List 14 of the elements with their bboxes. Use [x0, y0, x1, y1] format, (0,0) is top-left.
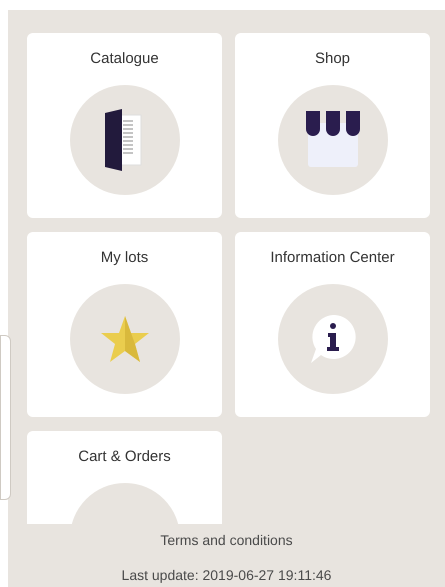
tile-label: Cart & Orders — [78, 447, 171, 467]
side-handle[interactable] — [0, 335, 11, 500]
menu-tile[interactable]: My lots — [27, 232, 222, 417]
star-icon — [100, 314, 150, 362]
tile-label: Catalogue — [90, 49, 159, 69]
menu-tile[interactable]: Information Center — [235, 232, 430, 417]
tile-label: Information Center — [270, 248, 395, 268]
tile-label: My lots — [100, 248, 148, 268]
menu-tile[interactable]: Catalogue — [27, 33, 222, 218]
menu-tile[interactable]: Shop — [235, 33, 430, 218]
menu-tile[interactable]: Cart & Orders — [27, 431, 222, 524]
last-update-text: Last update: 2019-06-27 19:11:46 — [122, 566, 332, 585]
terms-link[interactable]: Terms and conditions — [160, 530, 293, 551]
tile-label: Shop — [314, 49, 350, 69]
